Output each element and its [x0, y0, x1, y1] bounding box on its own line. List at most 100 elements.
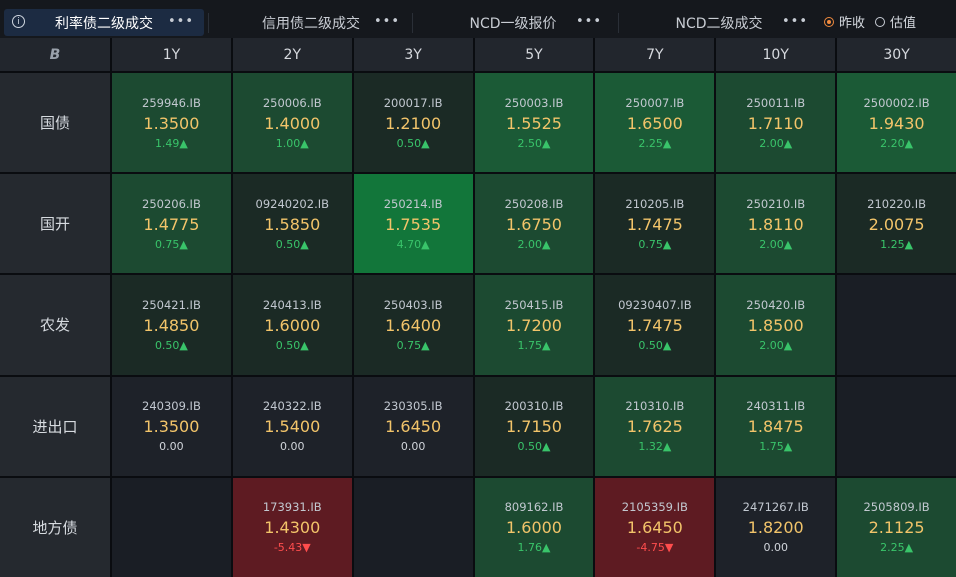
row-label: 进出口	[0, 376, 110, 476]
bond-yield: 1.5850	[264, 214, 321, 234]
bond-change: 2.00▲	[759, 338, 793, 352]
bond-code: 250007.IB	[625, 95, 685, 110]
bond-change: 2.00▲	[517, 237, 551, 251]
bond-code: 230305.IB	[383, 399, 443, 414]
column-header-2y[interactable]: 2Y	[232, 38, 352, 71]
row-label: 农发	[0, 275, 110, 375]
tab-credit-secondary[interactable]: 信用债二级成交 •••	[212, 9, 410, 36]
bond-yield: 1.8110	[747, 214, 804, 234]
bond-cell[interactable]: 240413.IB 1.6000 0.50▲	[232, 275, 352, 375]
row-label: 国债	[0, 73, 110, 173]
bond-cell[interactable]: 173931.IB 1.4300 -5.43▼	[232, 477, 352, 577]
column-header-30y[interactable]: 30Y	[837, 38, 956, 71]
empty-cell	[353, 477, 473, 577]
bond-yield: 1.4000	[264, 113, 321, 133]
bond-cell[interactable]: 2500002.IB 1.9430 2.20▲	[837, 73, 956, 173]
radio-checked-icon	[824, 16, 834, 27]
tab-divider	[618, 13, 619, 33]
bond-cell[interactable]: 250003.IB 1.5525 2.50▲	[474, 73, 594, 173]
bond-cell[interactable]: 250420.IB 1.8500 2.00▲	[716, 275, 836, 375]
bond-yield: 1.7200	[506, 315, 562, 335]
bond-code: 210310.IB	[625, 399, 685, 414]
bond-cell[interactable]: 09240202.IB 1.5850 0.50▲	[232, 174, 352, 274]
tab-rates-secondary[interactable]: i 利率债二级成交 •••	[4, 9, 204, 36]
bond-change: 0.00	[400, 440, 426, 454]
bond-change: 1.49▲	[154, 136, 188, 150]
bond-yield: 1.7150	[506, 417, 562, 437]
bond-cell[interactable]: 250415.IB 1.7200 1.75▲	[474, 275, 594, 375]
bond-yield: 1.8500	[747, 315, 804, 335]
more-icon[interactable]: •••	[782, 14, 808, 29]
yield-matrix: B 1Y 2Y 3Y 5Y 7Y 10Y 30Y 国债 259946.IB 1.3500 1.49▲…	[0, 38, 956, 577]
bond-yield: 1.5525	[506, 113, 562, 133]
bond-cell[interactable]: 250210.IB 1.8110 2.00▲	[716, 174, 836, 274]
bond-code: 240413.IB	[262, 297, 322, 312]
tab-ncd-primary[interactable]: NCD一级报价 •••	[414, 9, 612, 36]
bond-code: 09230407.IB	[618, 297, 692, 312]
column-header-1y[interactable]: 1Y	[112, 38, 231, 71]
column-header-7y[interactable]: 7Y	[595, 38, 715, 71]
bond-yield: 1.6450	[626, 518, 683, 538]
bond-change: 2.50▲	[517, 136, 551, 150]
bond-cell[interactable]: 250006.IB 1.4000 1.00▲	[232, 73, 352, 173]
radio-prev-close[interactable]: 昨收	[824, 12, 865, 31]
more-icon[interactable]: •••	[168, 14, 194, 29]
more-icon[interactable]: •••	[576, 14, 602, 29]
bond-code: 200017.IB	[383, 95, 443, 110]
bond-cell[interactable]: 09230407.IB 1.7475 0.50▲	[595, 275, 715, 375]
empty-cell	[112, 477, 231, 577]
bond-cell[interactable]: 240309.IB 1.3500 0.00	[112, 376, 231, 476]
bond-cell[interactable]: 250206.IB 1.4775 0.75▲	[112, 174, 231, 274]
bond-yield: 1.9430	[868, 113, 925, 133]
bond-cell[interactable]: 250421.IB 1.4850 0.50▲	[112, 275, 231, 375]
bond-yield: 1.5400	[264, 417, 321, 437]
corner-logo-icon: B	[0, 38, 110, 71]
bond-cell[interactable]: 250007.IB 1.6500 2.25▲	[595, 73, 715, 173]
radio-valuation[interactable]: 估值	[875, 12, 916, 31]
radio-label: 估值	[890, 16, 917, 31]
bond-change: 0.00	[159, 440, 184, 454]
bond-code: 809162.IB	[504, 500, 564, 515]
bond-code: 250415.IB	[504, 297, 564, 312]
bond-change: 2.00▲	[759, 136, 793, 150]
bond-cell[interactable]: 2471267.IB 1.8200 0.00	[716, 477, 836, 577]
bond-cell[interactable]: 200017.IB 1.2100 0.50▲	[353, 73, 473, 173]
bond-cell[interactable]: 210220.IB 2.0075 1.25▲	[837, 174, 956, 274]
column-header-10y[interactable]: 10Y	[716, 38, 836, 71]
bond-cell[interactable]: 2105359.IB 1.6450 -4.75▼	[595, 477, 715, 577]
empty-cell	[837, 376, 956, 476]
bond-cell[interactable]: 250011.IB 1.7110 2.00▲	[716, 73, 836, 173]
bond-change: 1.76▲	[517, 541, 551, 555]
bond-code: 2471267.IB	[742, 500, 809, 515]
info-icon[interactable]: i	[12, 15, 25, 28]
bond-cell[interactable]: 2505809.IB 2.1125 2.25▲	[837, 477, 956, 577]
tab-ncd-secondary[interactable]: NCD二级成交 •••	[620, 9, 818, 36]
column-header-5y[interactable]: 5Y	[474, 38, 594, 71]
bond-change: 2.25▲	[880, 541, 914, 555]
more-icon[interactable]: •••	[374, 14, 400, 29]
bond-cell[interactable]: 250403.IB 1.6400 0.75▲	[353, 275, 473, 375]
bond-cell[interactable]: 240322.IB 1.5400 0.00	[232, 376, 352, 476]
bond-code: 250421.IB	[142, 297, 201, 312]
row-label: 国开	[0, 174, 110, 274]
bond-cell[interactable]: 210205.IB 1.7475 0.75▲	[595, 174, 715, 274]
bond-code: 2500002.IB	[863, 95, 930, 110]
tab-label: NCD一级报价	[469, 15, 557, 32]
bond-cell[interactable]: 240311.IB 1.8475 1.75▲	[716, 376, 836, 476]
bond-cell[interactable]: 809162.IB 1.6000 1.76▲	[474, 477, 594, 577]
bond-cell[interactable]: 230305.IB 1.6450 0.00	[353, 376, 473, 476]
bond-cell[interactable]: 250208.IB 1.6750 2.00▲	[474, 174, 594, 274]
bond-code: 2105359.IB	[621, 500, 688, 515]
bond-code: 250210.IB	[746, 196, 806, 211]
bond-cell[interactable]: 259946.IB 1.3500 1.49▲	[112, 73, 231, 173]
bond-cell[interactable]: 250214.IB 1.7535 4.70▲	[353, 174, 473, 274]
bond-code: 200310.IB	[504, 399, 564, 414]
radio-unchecked-icon	[875, 16, 886, 27]
bond-cell[interactable]: 200310.IB 1.7150 0.50▲	[474, 376, 594, 476]
bond-change: 1.25▲	[880, 237, 914, 251]
bond-cell[interactable]: 210310.IB 1.7625 1.32▲	[595, 376, 715, 476]
bond-code: 250208.IB	[504, 196, 564, 211]
bond-code: 250006.IB	[262, 95, 322, 110]
bond-yield: 1.4300	[264, 518, 321, 538]
column-header-3y[interactable]: 3Y	[353, 38, 473, 71]
